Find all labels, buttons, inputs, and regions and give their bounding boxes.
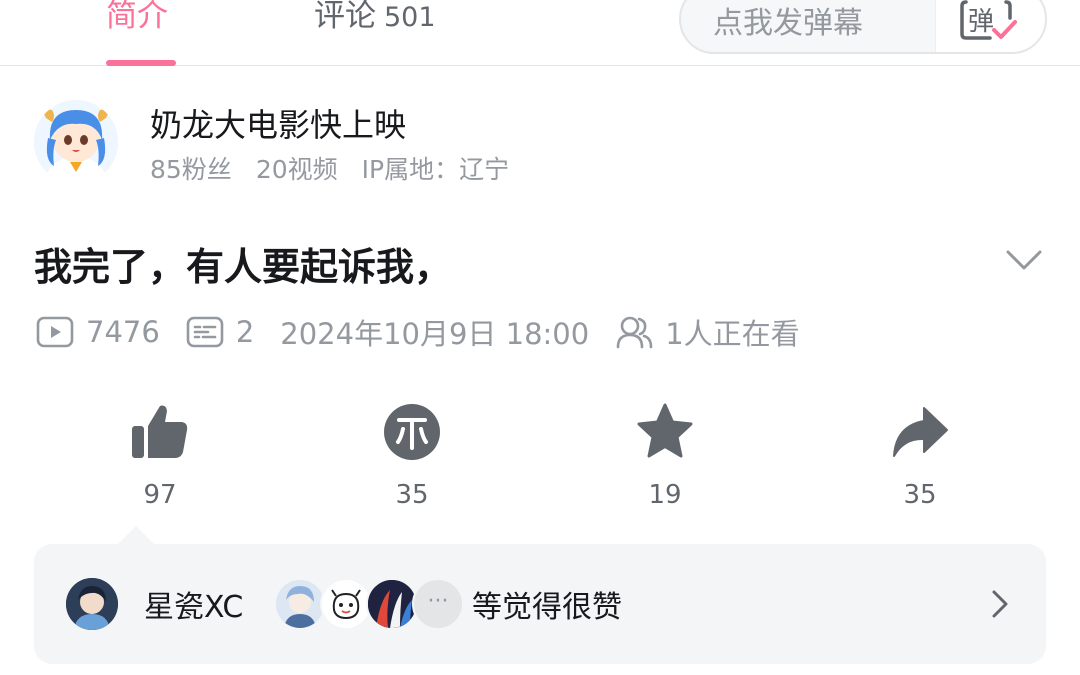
uploader-name[interactable]: 奶龙大电影快上映 xyxy=(150,100,406,146)
likers-card[interactable]: 星瓷XC ··· 等觉得很赞 xyxy=(34,544,1046,664)
video-stats: 7476 2 2024年10月9日 18:00 1人正在看 xyxy=(36,312,826,352)
share-button[interactable]: 35 xyxy=(860,402,980,522)
uploader-avatar-image xyxy=(34,100,118,184)
share-arrow-icon xyxy=(893,407,948,457)
danmaku-toggle-button[interactable]: 弹 xyxy=(935,0,1045,52)
tab-intro[interactable]: 简介 xyxy=(106,0,168,46)
tab-comments[interactable]: 评论 501 xyxy=(314,0,436,46)
comments-count: 501 xyxy=(384,2,436,33)
danmaku-input[interactable]: 点我发弹幕 弹 xyxy=(679,0,1047,54)
play-count-icon xyxy=(36,316,74,348)
publish-time: 2024年10月9日 18:00 xyxy=(280,317,590,351)
star-icon xyxy=(637,403,693,458)
liker-avatar[interactable] xyxy=(366,578,418,630)
view-count: 7476 xyxy=(86,315,160,349)
liker-avatar-image xyxy=(276,580,324,628)
first-liker-name[interactable]: 星瓷XC xyxy=(144,582,243,626)
danmaku-count: 2 xyxy=(235,315,255,349)
liker-avatar[interactable] xyxy=(274,578,326,630)
likers-suffix-text: 等觉得很赞 xyxy=(472,590,622,625)
tab-bar: 简介 评论 501 点我发弹幕 弹 xyxy=(0,0,1080,66)
first-liker-avatar-image xyxy=(66,578,118,630)
watching-now: 1人正在看 xyxy=(665,317,800,351)
share-count: 35 xyxy=(903,480,937,510)
video-title: 我完了，有人要起诉我， xyxy=(34,245,453,289)
active-tab-indicator xyxy=(106,60,176,66)
uploader-meta: 85粉丝 20视频 IP属地：辽宁 xyxy=(150,150,533,186)
chevron-down-icon[interactable] xyxy=(1004,246,1044,274)
more-likers-button[interactable]: ··· xyxy=(412,578,464,630)
video-detail-page: 简介 评论 501 点我发弹幕 弹 奶龙大电影快上映 85粉丝 20视频 IP属… xyxy=(0,0,1080,675)
danmaku-placeholder: 点我发弹幕 xyxy=(713,6,863,41)
thumbs-up-icon xyxy=(132,405,188,458)
like-button[interactable]: 97 xyxy=(100,402,220,522)
liker-avatar-image xyxy=(368,580,416,628)
chevron-right-icon[interactable] xyxy=(988,588,1012,620)
favorite-button[interactable]: 19 xyxy=(605,402,725,522)
video-count: 20视频 xyxy=(255,155,338,184)
coin-icon xyxy=(384,404,440,460)
tab-comments-label: 评论 xyxy=(314,0,376,34)
card-pointer xyxy=(118,526,154,544)
watching-people-icon xyxy=(616,316,653,349)
danmaku-toggle-glyph: 弹 xyxy=(968,7,994,37)
favorite-count: 19 xyxy=(648,480,682,510)
uploader-avatar[interactable] xyxy=(34,100,118,184)
coin-count: 35 xyxy=(395,480,429,510)
follower-count: 85粉丝 xyxy=(150,155,232,184)
like-count: 97 xyxy=(143,480,177,510)
first-liker-avatar[interactable] xyxy=(66,578,118,630)
coin-button[interactable]: 35 xyxy=(352,402,472,522)
liker-avatar[interactable] xyxy=(320,578,372,630)
ip-location: IP属地：辽宁 xyxy=(361,155,510,184)
tab-intro-label: 简介 xyxy=(106,0,168,34)
danmaku-count-icon xyxy=(186,316,224,348)
danmaku-toggle-icon: 弹 xyxy=(960,0,1017,40)
liker-avatar-image xyxy=(322,580,370,628)
